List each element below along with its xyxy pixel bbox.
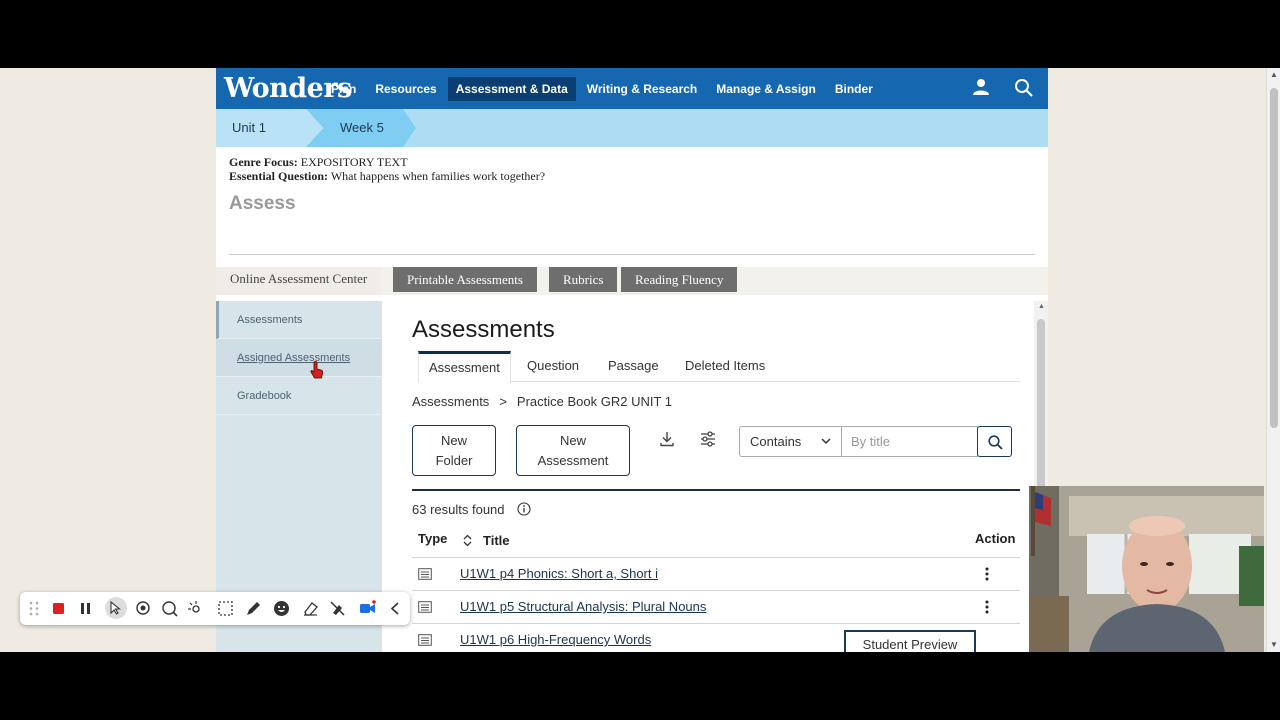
pointer-icon <box>110 601 122 615</box>
row-title-link[interactable]: U1W1 p5 Structural Analysis: Plural Noun… <box>460 599 706 614</box>
scroll-up-icon[interactable]: ▲ <box>1270 70 1278 79</box>
row-title-link[interactable]: U1W1 p6 High-Frequency Words <box>460 632 651 647</box>
search-button[interactable] <box>977 426 1012 457</box>
subtab-passage[interactable]: Passage <box>608 351 659 382</box>
assess-tabs: Online Assessment Center Printable Asses… <box>216 267 1048 295</box>
path-separator: > <box>499 394 507 409</box>
assessment-type-icon <box>418 601 432 613</box>
lesson-intro: Genre Focus: EXPOSITORY TEXT Essential Q… <box>216 147 1048 183</box>
sidebar-item-assigned-assessments[interactable]: Assigned Assessments <box>216 339 382 377</box>
top-navigation: Wonders Plan Resources Assessment & Data… <box>216 68 1048 109</box>
download-icon[interactable] <box>660 431 674 447</box>
subtab-deleted-items[interactable]: Deleted Items <box>685 351 765 382</box>
table-row: U1W1 p5 Structural Analysis: Plural Noun… <box>412 590 1020 623</box>
new-folder-label-1: New <box>440 433 467 448</box>
student-preview-button[interactable]: Student Preview <box>844 630 976 652</box>
pointer-tool-button[interactable] <box>105 597 127 619</box>
user-icon[interactable] <box>972 78 990 96</box>
background-left <box>0 68 216 652</box>
nav-writing-research[interactable]: Writing & Research <box>579 77 705 101</box>
path-root[interactable]: Assessments <box>412 394 489 409</box>
column-action: Action <box>975 531 1016 546</box>
webcam-image <box>1029 486 1264 652</box>
sidebar-item-gradebook[interactable]: Gradebook <box>216 377 382 415</box>
tab-reading-fluency[interactable]: Reading Fluency <box>621 267 738 292</box>
nav-manage-assign[interactable]: Manage & Assign <box>708 77 824 101</box>
divider <box>229 254 1035 255</box>
scroll-up-icon[interactable]: ▲ <box>1038 303 1045 310</box>
nav-plan[interactable]: Plan <box>323 77 364 101</box>
search-icon <box>988 435 1003 450</box>
panel-scrollbar-thumb[interactable] <box>1037 319 1045 499</box>
assessments-panel: Assessments Assessment Question Passage … <box>382 301 1048 652</box>
path-current: Practice Book GR2 UNIT 1 <box>516 394 672 409</box>
tab-printable-assessments[interactable]: Printable Assessments <box>393 267 537 292</box>
search-icon[interactable] <box>1014 78 1034 98</box>
spotlight-icon[interactable] <box>135 600 152 617</box>
webcam-overlay <box>1029 486 1264 652</box>
new-assessment-label-1: New <box>559 433 586 448</box>
sort-icon[interactable] <box>463 534 472 547</box>
subtab-question[interactable]: Question <box>527 351 579 382</box>
results-count: 63 results found <box>412 502 505 517</box>
breadcrumb: Unit 1 Week 5 <box>216 109 1048 147</box>
zoom-icon[interactable] <box>161 600 178 617</box>
nav-binder[interactable]: Binder <box>827 77 881 101</box>
more-actions-icon[interactable] <box>984 567 990 581</box>
genre-label: Genre Focus: <box>229 155 298 169</box>
column-title[interactable]: Title <box>483 533 510 548</box>
emoji-icon[interactable] <box>273 600 290 617</box>
tab-online-assessment-center[interactable]: Online Assessment Center <box>216 267 382 295</box>
search-input[interactable]: By title <box>841 426 978 457</box>
new-assessment-label-2: Assessment <box>537 453 609 468</box>
assess-heading: Assess <box>229 193 296 214</box>
new-folder-label-2: Folder <box>435 453 473 468</box>
screen-recorder-toolbar <box>20 592 410 625</box>
column-type: Type <box>418 531 448 546</box>
page-title: Assessments <box>412 316 555 343</box>
info-icon[interactable] <box>517 502 531 516</box>
row-title-link[interactable]: U1W1 p4 Phonics: Short a, Short i <box>460 566 658 581</box>
window-scrollbar[interactable]: ▲ ▼ <box>1266 68 1280 652</box>
new-folder-button[interactable]: New Folder <box>412 425 496 476</box>
folder-path: Assessments > Practice Book GR2 UNIT 1 <box>412 394 672 409</box>
stop-record-icon[interactable] <box>50 600 67 617</box>
scrollbar-thumb[interactable] <box>1270 88 1278 428</box>
hand-cursor-icon <box>310 361 323 379</box>
results-divider <box>412 489 1020 491</box>
wonders-app: Wonders Plan Resources Assessment & Data… <box>216 68 1048 652</box>
eraser-icon[interactable] <box>302 600 319 617</box>
sub-tabs: Assessment Question Passage Deleted Item… <box>418 351 1020 383</box>
table-row: U1W1 p4 Phonics: Short a, Short i <box>412 557 1020 590</box>
filter-settings-icon[interactable] <box>700 431 716 447</box>
assessment-type-icon <box>418 568 432 580</box>
pause-icon[interactable] <box>77 600 94 617</box>
nav-assessment-data[interactable]: Assessment & Data <box>447 76 576 101</box>
screen-frame: ▲ ▼ Wonders Plan Resources Assessment & … <box>0 68 1280 652</box>
question-label: Essential Question: <box>229 169 329 183</box>
crumb-unit[interactable]: Unit 1 <box>232 109 266 147</box>
assessment-type-icon <box>418 634 432 646</box>
click-effect-icon[interactable] <box>187 600 204 617</box>
nav-resources[interactable]: Resources <box>367 77 444 101</box>
subtab-assessment[interactable]: Assessment <box>418 351 511 383</box>
pen-icon[interactable] <box>245 600 262 617</box>
collapse-chevron-icon[interactable] <box>387 600 404 617</box>
chevron-down-icon <box>821 438 831 445</box>
search-mode-select[interactable]: Contains <box>739 426 842 457</box>
genre-value: EXPOSITORY TEXT <box>300 155 408 169</box>
scroll-down-icon[interactable]: ▼ <box>1270 640 1278 649</box>
crop-region-icon[interactable] <box>217 600 234 617</box>
sidebar-item-assessments[interactable]: Assessments <box>216 301 382 339</box>
crumb-week[interactable]: Week 5 <box>340 109 384 147</box>
drag-handle-icon[interactable] <box>26 600 43 617</box>
search-mode-value: Contains <box>750 434 802 449</box>
new-assessment-button[interactable]: New Assessment <box>516 425 630 476</box>
tab-rubrics[interactable]: Rubrics <box>549 267 618 292</box>
camera-icon[interactable] <box>359 600 376 617</box>
more-actions-icon[interactable] <box>984 600 990 614</box>
wonders-logo[interactable]: Wonders <box>216 73 352 104</box>
question-value: What happens when families work together… <box>330 169 546 183</box>
clear-annotations-icon[interactable] <box>329 600 346 617</box>
